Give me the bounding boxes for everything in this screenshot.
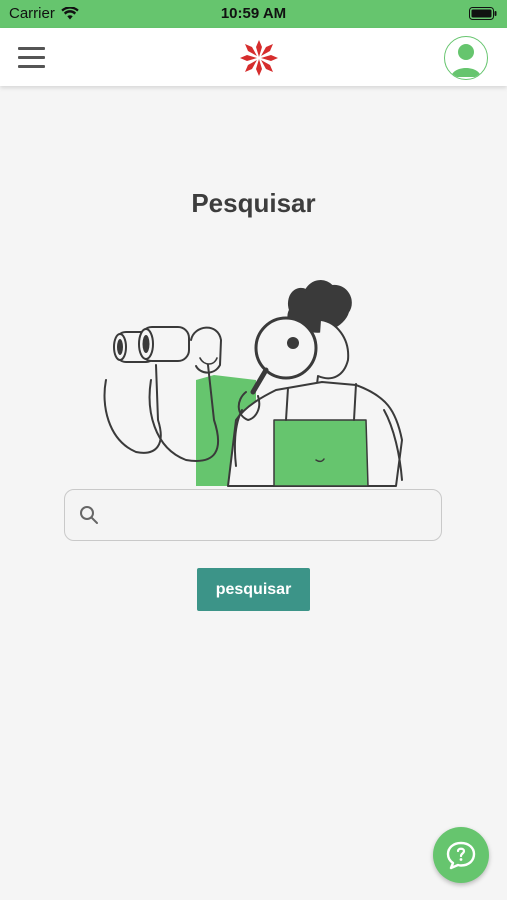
red-star-cross-logo <box>240 40 278 76</box>
search-button[interactable]: pesquisar <box>197 568 310 611</box>
page-title: Pesquisar <box>191 188 316 218</box>
battery-icon <box>469 7 497 20</box>
profile-avatar-button[interactable] <box>444 36 488 80</box>
user-avatar-icon <box>451 44 481 77</box>
people-searching-illustration <box>103 280 403 487</box>
help-chat-bubble-icon <box>446 841 476 870</box>
status-bar: Carrier 10:59 AM <box>0 0 507 28</box>
menu-button[interactable] <box>18 47 45 68</box>
search-icon <box>80 506 98 524</box>
status-time: 10:59 AM <box>220 5 287 22</box>
hamburger-menu-icon <box>18 47 45 50</box>
search-input[interactable] <box>109 500 433 532</box>
help-button[interactable] <box>433 827 489 883</box>
app-header <box>0 28 507 86</box>
search-field <box>64 489 442 541</box>
